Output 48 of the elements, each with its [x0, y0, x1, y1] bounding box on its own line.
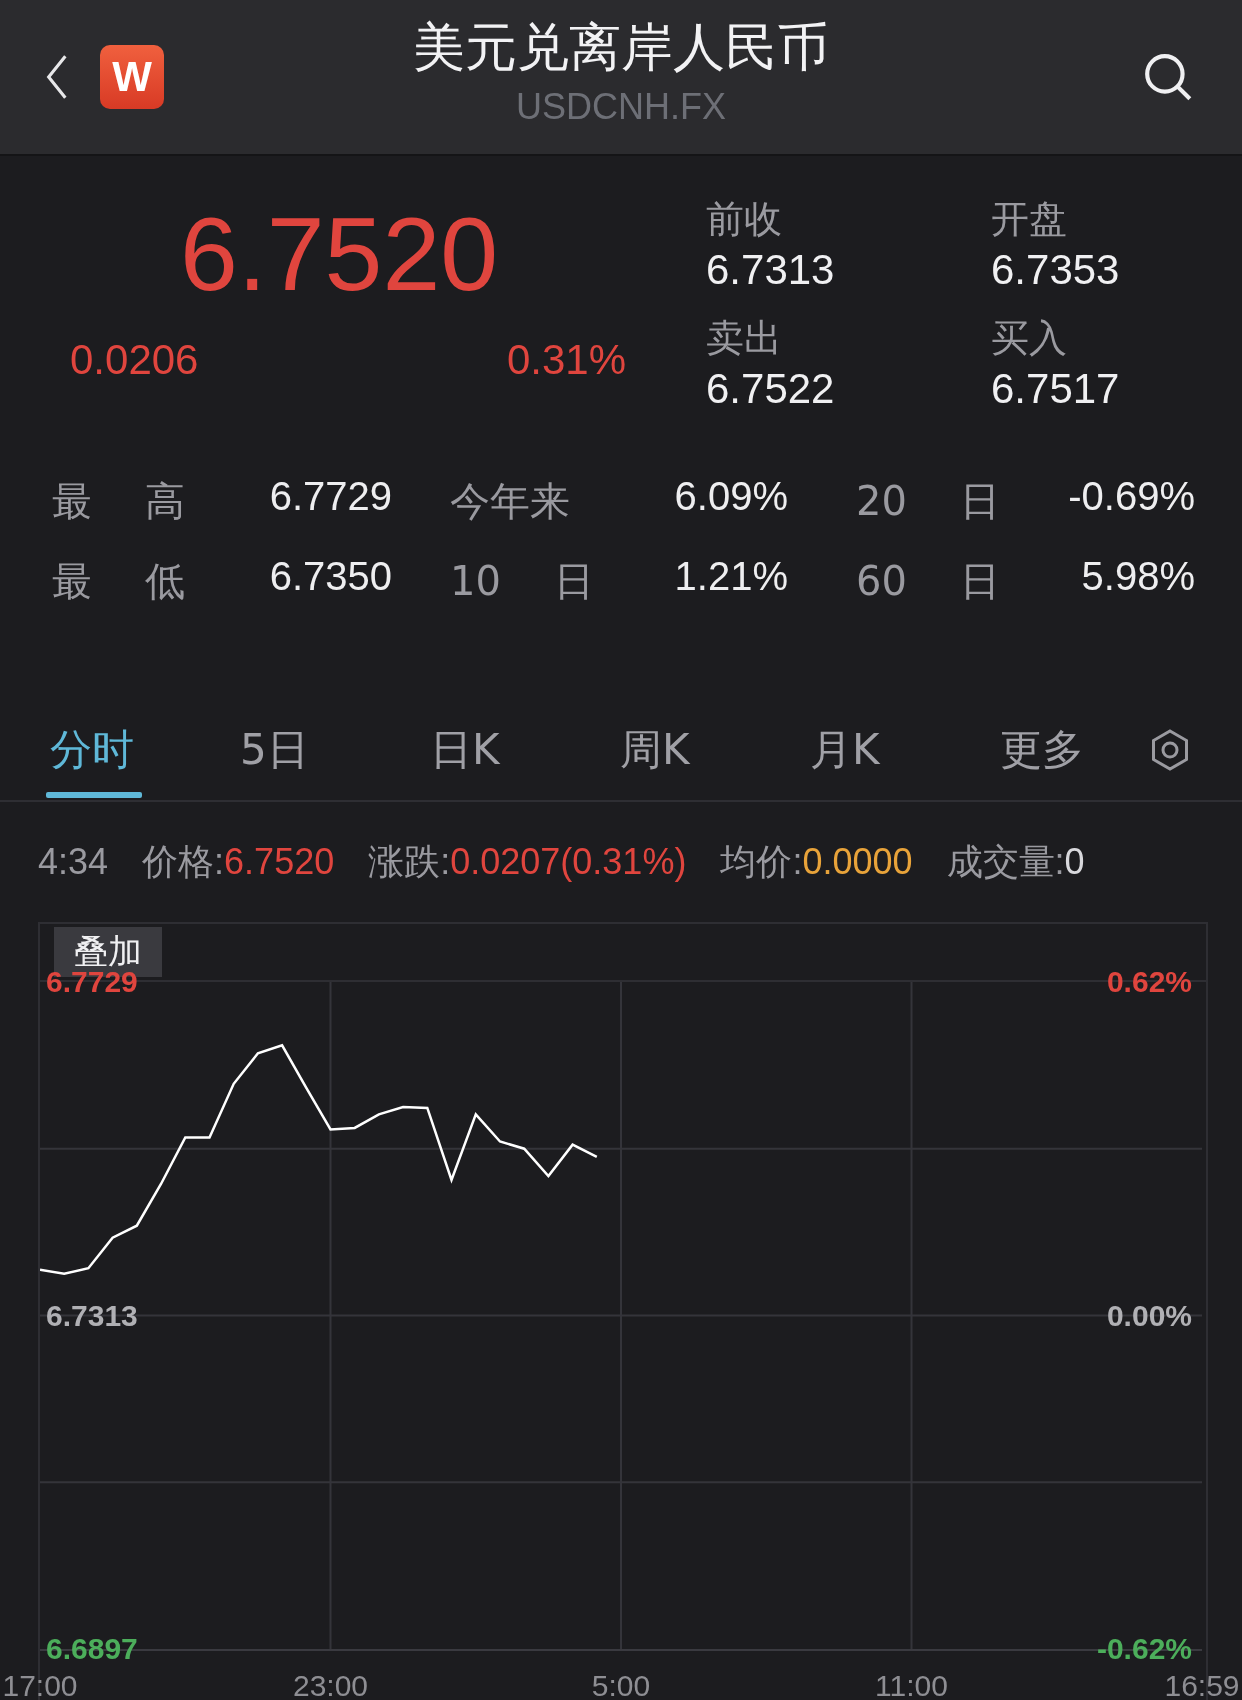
stat-value: -0.69%	[1068, 474, 1195, 519]
quote-value: 6.7517	[991, 364, 1121, 414]
change-percent: 0.31%	[506, 336, 626, 384]
last-price: 6.7520	[180, 195, 500, 314]
stat-value: 5.98%	[1081, 554, 1195, 599]
axis-label: 6.6897	[45, 1631, 139, 1667]
quote-value: 6.7313	[706, 245, 836, 295]
stat-label: 10 日	[450, 557, 594, 606]
info-field: 成交量:0	[946, 837, 1085, 887]
stat-value: 6.09%	[674, 474, 788, 519]
chart-tab[interactable]: 日K	[426, 700, 616, 800]
chart-tab[interactable]: 周K	[616, 700, 806, 800]
time-label: 11:00	[875, 1669, 948, 1700]
chart-tab[interactable]: 分时	[46, 700, 236, 800]
info-field: 均价:0.0000	[720, 837, 913, 887]
cursor-time: 4:34	[38, 841, 109, 883]
axis-label: -0.62%	[1095, 1631, 1193, 1667]
stat-value: 6.7350	[269, 554, 392, 599]
stat-label: 最 低	[52, 557, 185, 606]
time-label: 17:00	[2, 1669, 78, 1700]
page-title: 美元兑离岸人民币	[413, 16, 829, 79]
stat-label: 20 日	[856, 477, 1000, 526]
symbol-code: USDCNH.FX	[516, 85, 726, 129]
price-change: 0.0206	[70, 336, 199, 384]
info-field: 涨跌:0.0207(0.31%)	[368, 837, 687, 887]
quote-value: 6.7353	[991, 245, 1121, 295]
quote-label: 卖出	[706, 315, 783, 362]
search-icon[interactable]	[1142, 51, 1194, 103]
chart-tab[interactable]: 更多	[996, 700, 1186, 800]
chart-tab[interactable]: 月K	[806, 700, 996, 800]
axis-label: 6.7313	[45, 1297, 139, 1334]
quote-label: 买入	[991, 315, 1068, 362]
stat-value: 1.21%	[674, 554, 788, 599]
time-label: 16:59	[1164, 1669, 1240, 1700]
axis-label: 0.62%	[1105, 964, 1193, 1000]
stat-label: 60 日	[856, 557, 1000, 606]
chart-tab[interactable]: 5日	[236, 700, 426, 800]
stat-label: 今年来	[450, 477, 570, 526]
app-logo: W	[100, 45, 164, 109]
stat-label: 最 高	[52, 477, 185, 526]
info-field: 价格:6.7520	[142, 837, 335, 887]
axis-label: 0.00%	[1105, 1297, 1193, 1334]
time-label: 5:00	[591, 1669, 651, 1700]
time-label: 23:00	[292, 1669, 369, 1700]
quote-value: 6.7522	[706, 364, 836, 414]
stat-value: 6.7729	[269, 474, 392, 519]
quote-label: 开盘	[991, 196, 1068, 243]
quote-label: 前收	[706, 196, 783, 243]
